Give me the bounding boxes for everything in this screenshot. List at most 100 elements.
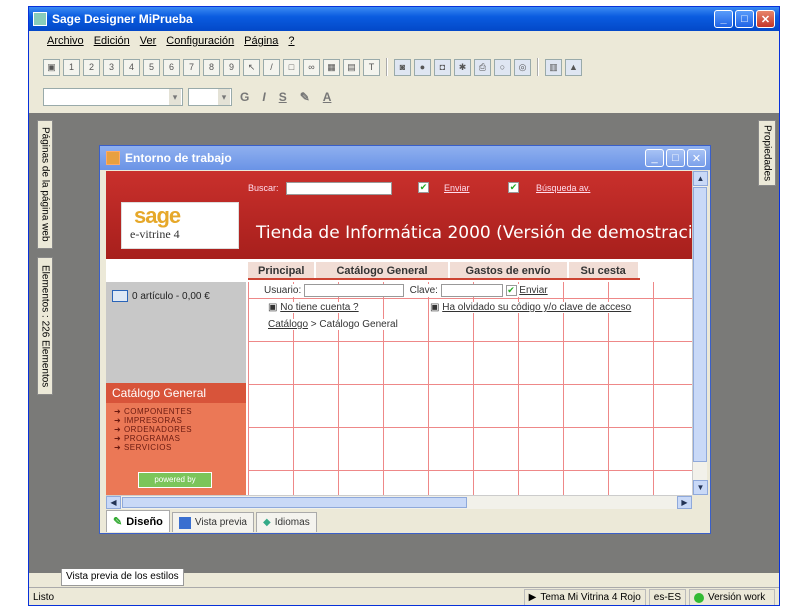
scroll-left-icon[interactable]: ◀ <box>106 496 121 509</box>
gear-icon[interactable]: ✱ <box>454 58 471 76</box>
print-icon[interactable]: ⎙ <box>474 58 491 76</box>
status-dot-icon <box>694 592 704 603</box>
workspace-title: Entorno de trabajo <box>125 151 232 165</box>
cart-tool-icon[interactable]: ◙ <box>394 58 411 76</box>
no-account-link[interactable]: ▣ No tiene cuenta ? <box>268 302 359 313</box>
size-select[interactable] <box>188 88 232 106</box>
toolbar-separator <box>537 58 539 76</box>
forgot-link[interactable]: ▣ Ha olvidado su código y/o clave de acc… <box>430 302 632 313</box>
advanced-search-link[interactable]: Búsqueda av. <box>536 183 590 193</box>
basket-icon[interactable]: ◘ <box>434 58 451 76</box>
shop-title: Tienda de Informática 2000 (Versión de d… <box>256 223 692 243</box>
category-item[interactable]: ➜ COMPONENTES <box>114 407 246 416</box>
horizontal-scrollbar[interactable]: ◀ ▶ <box>106 495 692 509</box>
ws-maximize-button[interactable]: □ <box>666 149 685 167</box>
nav-gastos[interactable]: Gastos de envío <box>450 262 569 278</box>
menu-edicion[interactable]: Edición <box>94 35 130 47</box>
line-icon[interactable]: / <box>263 58 280 76</box>
tab-diseno[interactable]: ✎ Diseño <box>106 510 170 532</box>
styles-preview-tab[interactable]: Vista previa de los estilos <box>61 569 184 586</box>
v-scroll-thumb[interactable] <box>693 187 707 462</box>
bold-icon[interactable]: G <box>240 90 249 104</box>
properties-panel-tab[interactable]: Propiedades <box>758 120 776 186</box>
search-input[interactable] <box>286 182 392 195</box>
login-row: Usuario: Clave: ✔ Enviar <box>264 284 548 297</box>
menu-ver[interactable]: Ver <box>140 35 157 47</box>
elements-panel-tab[interactable]: Elementos : 226 Elementos <box>37 257 53 395</box>
version-status: Versión work <box>689 589 775 605</box>
ws-close-button[interactable]: ✕ <box>687 149 706 167</box>
menu-help[interactable]: ? <box>288 35 294 47</box>
user-input[interactable] <box>304 284 405 297</box>
nav-principal[interactable]: Principal <box>248 262 317 278</box>
key-input[interactable] <box>440 284 503 297</box>
menu-configuracion[interactable]: Configuración <box>166 35 234 47</box>
advanced-checkbox[interactable]: ✔ <box>508 182 519 193</box>
close-button[interactable]: ✕ <box>756 10 775 28</box>
rect-icon[interactable]: □ <box>283 58 300 76</box>
highlight-icon[interactable]: ✎ <box>300 90 310 104</box>
page-canvas[interactable]: Buscar: ✔ Enviar ✔ Búsqueda av. sage e-v… <box>106 171 692 495</box>
login-send-link[interactable]: Enviar <box>519 285 547 296</box>
category-item[interactable]: ➜ SERVICIOS <box>114 443 246 452</box>
nav-catalogo[interactable]: Catálogo General <box>316 262 450 278</box>
cart-summary[interactable]: 0 artículo - 0,00 € <box>112 290 210 302</box>
refresh-icon[interactable]: ○ <box>494 58 511 76</box>
tab-idiomas[interactable]: ◆ Idiomas <box>255 512 317 532</box>
toolbar-page-icon[interactable]: ▣ <box>43 58 60 76</box>
logo-brand: sage <box>134 203 181 228</box>
frame-icon[interactable]: ▤ <box>343 58 360 76</box>
toolbar-8-icon[interactable]: 8 <box>203 58 220 76</box>
publish-icon[interactable]: ▲ <box>565 58 582 76</box>
pencil-icon: ✎ <box>113 516 123 528</box>
italic-icon[interactable]: I <box>262 90 265 104</box>
toolbar-5-icon[interactable]: 5 <box>143 58 160 76</box>
app-title: Sage Designer MiPrueba <box>52 12 193 26</box>
pointer-icon[interactable]: ↖ <box>243 58 260 76</box>
scroll-up-icon[interactable]: ▲ <box>693 171 708 186</box>
category-item[interactable]: ➜ IMPRESORAS <box>114 416 246 425</box>
workspace-window: Entorno de trabajo _ □ ✕ Buscar: ✔ Envia… <box>99 145 711 534</box>
cart-icon <box>112 290 128 302</box>
image-icon[interactable]: ▦ <box>323 58 340 76</box>
toolbar-9-icon[interactable]: 9 <box>223 58 240 76</box>
text-icon[interactable]: T <box>363 58 380 76</box>
font-color-icon[interactable]: A <box>323 90 332 104</box>
monitor-icon <box>178 516 191 529</box>
category-item[interactable]: ➜ PROGRAMAS <box>114 434 246 443</box>
status-bar: Listo ▶ Tema Mi Vitrina 4 Rojo es-ES Vers… <box>29 587 779 605</box>
category-item[interactable]: ➜ ORDENADORES <box>114 425 246 434</box>
theme-status[interactable]: ▶ Tema Mi Vitrina 4 Rojo <box>523 589 646 605</box>
underline-icon[interactable]: S <box>279 90 287 104</box>
title-bar: Sage Designer MiPrueba _ □ ✕ <box>29 7 779 31</box>
scroll-right-icon[interactable]: ▶ <box>677 496 692 509</box>
toolbar-4-icon[interactable]: 4 <box>123 58 140 76</box>
breadcrumb-link[interactable]: Catálogo <box>268 319 308 330</box>
search-checkbox[interactable]: ✔ <box>418 182 429 193</box>
target-icon[interactable]: ◎ <box>514 58 531 76</box>
powered-by-badge[interactable]: powered by <box>138 472 212 488</box>
toolbar-1-icon[interactable]: 1 <box>63 58 80 76</box>
login-checkbox[interactable]: ✔ <box>505 285 517 297</box>
send-link[interactable]: Enviar <box>444 183 470 193</box>
preview-icon[interactable]: ▥ <box>545 58 562 76</box>
pages-panel-tab[interactable]: Páginas de la página web <box>37 120 53 249</box>
link-icon[interactable]: ∞ <box>303 58 320 76</box>
ws-minimize-button[interactable]: _ <box>645 149 664 167</box>
minimize-button[interactable]: _ <box>714 10 733 28</box>
vertical-scrollbar[interactable]: ▲ ▼ <box>692 171 708 495</box>
menu-pagina[interactable]: Página <box>244 35 278 47</box>
nav-cesta[interactable]: Su cesta <box>569 262 640 278</box>
toolbar-2-icon[interactable]: 2 <box>83 58 100 76</box>
toolbar-7-icon[interactable]: 7 <box>183 58 200 76</box>
menu-archivo[interactable]: Archivo <box>47 35 84 47</box>
h-scroll-thumb[interactable] <box>122 497 467 508</box>
globe-icon[interactable]: ● <box>414 58 431 76</box>
maximize-button[interactable]: □ <box>735 10 754 28</box>
font-select[interactable] <box>43 88 183 106</box>
toolbar-6-icon[interactable]: 6 <box>163 58 180 76</box>
scroll-down-icon[interactable]: ▼ <box>693 480 708 495</box>
shop-nav: Principal Catálogo General Gastos de env… <box>248 262 640 280</box>
toolbar-3-icon[interactable]: 3 <box>103 58 120 76</box>
tab-vista-previa[interactable]: Vista previa <box>171 512 254 532</box>
